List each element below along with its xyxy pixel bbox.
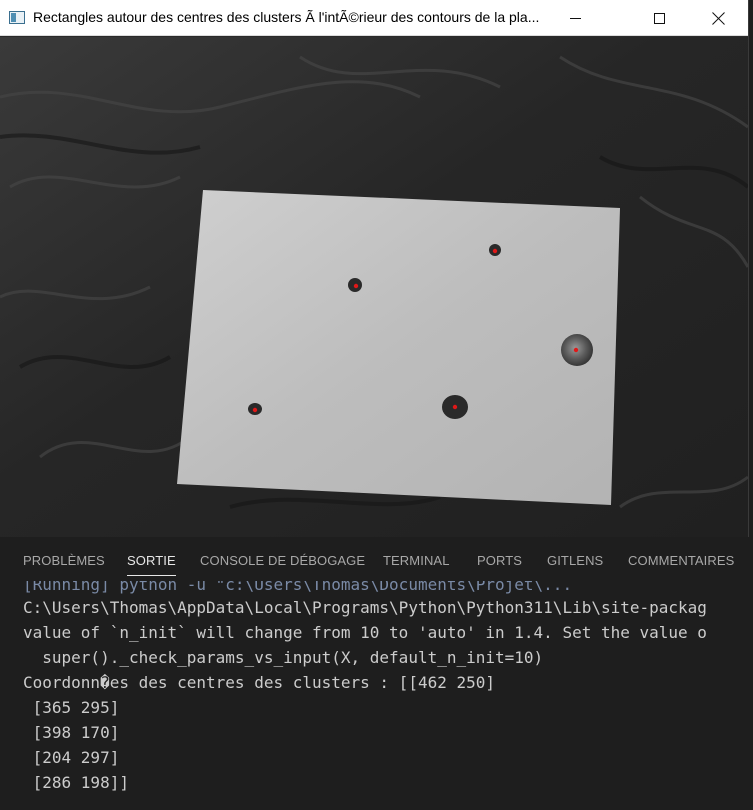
cluster-center [452, 404, 458, 410]
output-line: Coordonn�es des centres des clusters : [… [23, 673, 496, 692]
tab-debug-console[interactable]: CONSOLE DE DÉBOGAGE [200, 553, 365, 581]
output-line: value of `n_init` will change from 10 to… [23, 623, 707, 642]
opencv-image-window: Rectangles autour des centres des cluste… [0, 0, 748, 537]
tab-output[interactable]: SORTIE [127, 553, 176, 581]
cluster-center [573, 347, 579, 353]
maximize-button[interactable] [636, 0, 682, 36]
window-titlebar[interactable]: Rectangles autour des centres des cluste… [0, 0, 748, 36]
output-line: super()._check_params_vs_input(X, defaul… [23, 648, 544, 667]
minimize-icon [569, 17, 581, 19]
output-panel: PROBLÈMES SORTIE CONSOLE DE DÉBOGAGE TER… [0, 537, 753, 810]
panel-tab-bar: PROBLÈMES SORTIE CONSOLE DE DÉBOGAGE TER… [0, 537, 753, 581]
maximize-icon [653, 12, 665, 24]
cluster-center [252, 407, 258, 413]
output-line: [365 295] [23, 698, 120, 717]
tab-terminal[interactable]: TERMINAL [383, 553, 450, 581]
output-line: [204 297] [23, 748, 120, 767]
app-window-icon [9, 11, 25, 24]
cluster-center [492, 248, 498, 254]
close-icon [712, 12, 725, 25]
close-button[interactable] [695, 0, 741, 36]
image-canvas [0, 37, 748, 537]
tab-problems[interactable]: PROBLÈMES [23, 553, 105, 581]
minimize-button[interactable] [552, 0, 598, 36]
output-line: C:\Users\Thomas\AppData\Local\Programs\P… [23, 598, 707, 617]
window-title: Rectangles autour des centres des cluste… [33, 9, 540, 25]
cluster-image [0, 37, 748, 537]
cluster-center [353, 283, 359, 289]
tab-ports[interactable]: PORTS [477, 553, 522, 581]
paper-sheet [177, 190, 620, 505]
tab-gitlens[interactable]: GITLENS [547, 553, 603, 581]
output-line: [286 198]] [23, 773, 129, 792]
output-log[interactable]: [Running] python -u "c:\Users\Thomas\Doc… [23, 581, 753, 810]
output-line: [398 170] [23, 723, 120, 742]
tab-comments[interactable]: COMMENTAIRES [628, 553, 734, 581]
output-line: [Running] python -u "c:\Users\Thomas\Doc… [23, 581, 573, 594]
editor-behind-sliver [748, 0, 753, 537]
